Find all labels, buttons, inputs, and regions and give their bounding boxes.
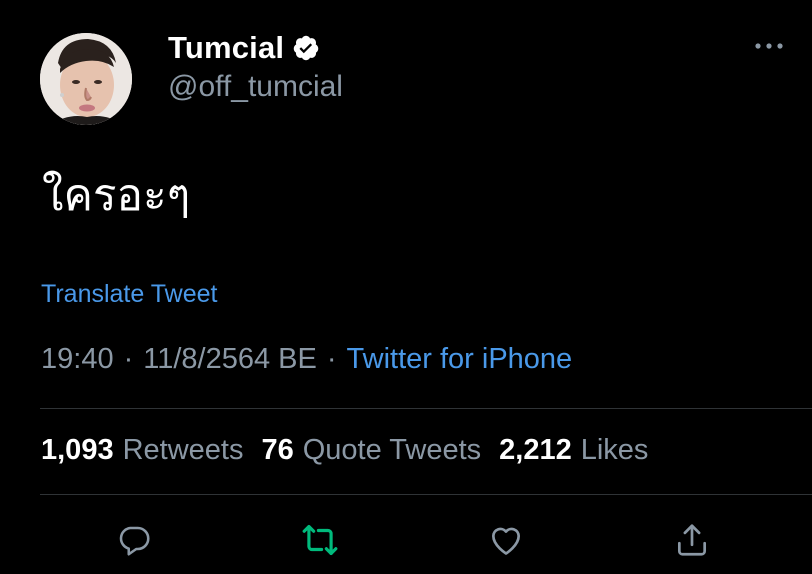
reply-icon (119, 526, 150, 556)
meta-separator: · (326, 343, 337, 375)
retweets-label: Retweets (122, 434, 244, 466)
tweet-time[interactable]: 19:40 (41, 343, 114, 376)
retweets-stat[interactable]: 1,093 Retweets (41, 434, 243, 467)
quote-tweets-count: 76 (261, 434, 294, 466)
author-name-row[interactable]: Tumcial (168, 28, 320, 68)
tweet-source-link[interactable]: Twitter for iPhone (347, 343, 573, 376)
tweet-stats: 1,093 Retweets 76 Quote Tweets 2,212 Lik… (41, 434, 666, 467)
like-button[interactable] (486, 520, 526, 560)
likes-stat[interactable]: 2,212 Likes (499, 434, 648, 467)
author-display-name[interactable]: Tumcial (168, 30, 284, 66)
tweet-date[interactable]: 11/8/2564 BE (143, 343, 317, 376)
likes-count: 2,212 (499, 434, 572, 466)
retweet-icon (302, 524, 338, 556)
author-handle[interactable]: @off_tumcial (168, 70, 343, 104)
retweets-count: 1,093 (41, 434, 114, 466)
tweet-meta: 19:40 · 11/8/2564 BE · Twitter for iPhon… (41, 343, 572, 376)
retweet-button[interactable] (300, 520, 340, 560)
divider (40, 408, 812, 409)
quote-tweets-stat[interactable]: 76 Quote Tweets (261, 434, 481, 467)
share-button[interactable] (672, 520, 712, 560)
verified-badge-icon (293, 35, 319, 61)
divider (40, 494, 812, 495)
translate-tweet-link[interactable]: Translate Tweet (41, 280, 217, 309)
meta-separator: · (123, 343, 134, 375)
tweet-text: ใครอะๆ (42, 170, 191, 221)
quote-tweets-label: Quote Tweets (302, 434, 482, 466)
avatar-image (40, 33, 132, 125)
reply-button[interactable] (114, 520, 154, 560)
heart-icon (491, 527, 521, 555)
likes-label: Likes (580, 434, 649, 466)
avatar[interactable] (40, 33, 132, 125)
share-icon (677, 524, 707, 556)
more-horizontal-icon[interactable] (752, 36, 786, 56)
